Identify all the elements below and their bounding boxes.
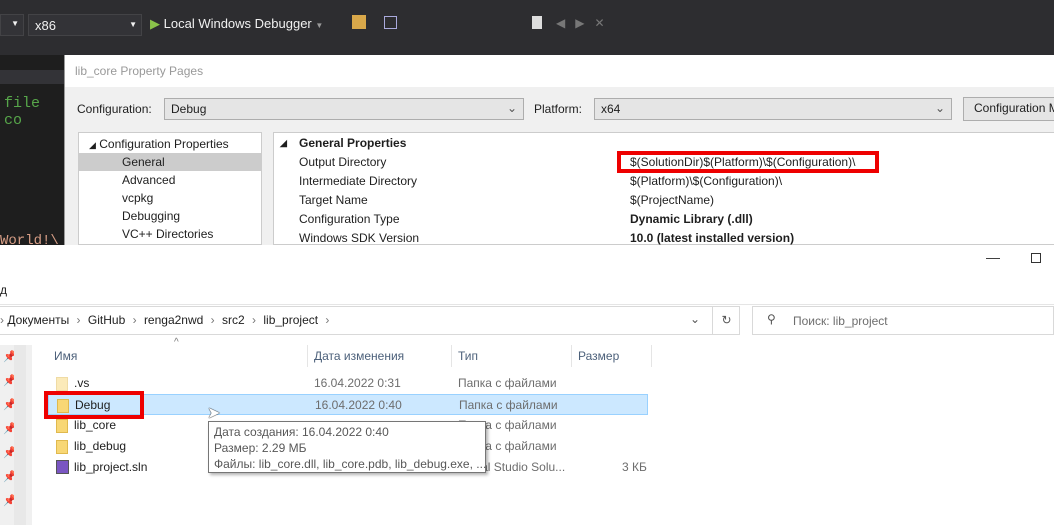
breadcrumb-item[interactable]: GitHub bbox=[88, 313, 125, 327]
property-key: Output Directory bbox=[299, 155, 387, 169]
vs-toolbar: ▼ x86 ▼ ▶ Local Windows Debugger ▼ ◀▶✕ bbox=[0, 0, 1054, 55]
play-icon: ▶ bbox=[150, 16, 160, 31]
configuration-label: Configuration: bbox=[77, 102, 152, 116]
expand-icon: ◢ bbox=[89, 140, 96, 150]
scrollbar[interactable] bbox=[14, 345, 26, 525]
mouse-cursor-icon: ➤ bbox=[207, 405, 221, 422]
section-label: General Properties bbox=[299, 136, 407, 150]
platform-value: x64 bbox=[601, 102, 621, 116]
highlight-box bbox=[44, 391, 144, 419]
property-pages-dialog: lib_core Property Pages Configuration: D… bbox=[64, 55, 1054, 245]
minimize-button[interactable]: — bbox=[986, 249, 1000, 265]
platform-select[interactable]: x64 ⌄ bbox=[594, 98, 952, 120]
bookmark-nav-icons[interactable]: ◀▶✕ bbox=[556, 16, 615, 30]
tree-item-vc-directories[interactable]: VC++ Directories bbox=[79, 225, 261, 243]
start-debugger-button[interactable]: ▶ Local Windows Debugger ▼ bbox=[150, 16, 323, 32]
solution-file-icon bbox=[56, 460, 69, 474]
expand-icon: ◢ bbox=[280, 138, 287, 148]
configuration-select[interactable]: Debug ⌄ bbox=[164, 98, 524, 120]
search-placeholder: Поиск: lib_project bbox=[793, 314, 888, 328]
platform-dropdown[interactable]: x86 ▼ bbox=[28, 14, 142, 36]
config-dropdown[interactable]: ▼ bbox=[0, 14, 24, 36]
breadcrumb: › Документы › GitHub › renga2nwd › src2 … bbox=[0, 313, 330, 327]
dialog-title: lib_core Property Pages bbox=[65, 55, 1054, 87]
tree-root[interactable]: ◢ Configuration Properties bbox=[79, 135, 261, 153]
code-line: file co bbox=[4, 95, 41, 129]
platform-value: x86 bbox=[35, 18, 56, 33]
refresh-icon[interactable]: ↻ bbox=[712, 307, 740, 334]
home-icon[interactable] bbox=[384, 16, 397, 29]
folder-icon bbox=[56, 440, 68, 454]
property-key: Configuration Type bbox=[299, 212, 400, 226]
file-date: 16.04.2022 0:40 bbox=[315, 398, 402, 412]
tree-item-general[interactable]: General bbox=[79, 153, 261, 171]
file-name: lib_debug bbox=[74, 439, 127, 453]
tooltip-line: Дата создания: 16.04.2022 0:40 bbox=[214, 425, 389, 439]
breadcrumb-item[interactable]: lib_project bbox=[263, 313, 318, 327]
column-header-date[interactable]: Дата изменения bbox=[308, 345, 452, 367]
property-tree: ◢ Configuration Properties General Advan… bbox=[78, 132, 262, 245]
tree-item-debugging[interactable]: Debugging bbox=[79, 207, 261, 225]
address-bar[interactable]: › Документы › GitHub › renga2nwd › src2 … bbox=[0, 306, 740, 335]
ribbon-tab[interactable]: д bbox=[0, 283, 7, 297]
highlight-box bbox=[617, 151, 879, 173]
file-size: 3 КБ bbox=[622, 460, 647, 474]
breadcrumb-item[interactable]: Документы bbox=[7, 313, 69, 327]
chevron-down-icon[interactable]: ⌄ bbox=[690, 312, 700, 326]
configuration-value: Debug bbox=[171, 102, 207, 116]
property-value: Dynamic Library (.dll) bbox=[630, 212, 753, 226]
tooltip-line: Файлы: lib_core.dll, lib_core.pdb, lib_d… bbox=[214, 457, 487, 471]
property-grid: ◢ General Properties Output Directory $(So… bbox=[273, 132, 1054, 245]
file-type: Папка с файлами bbox=[459, 398, 558, 412]
tooltip: Дата создания: 16.04.2022 0:40 Размер: 2… bbox=[208, 421, 486, 473]
file-type: Папка с файлами bbox=[458, 376, 557, 390]
breadcrumb-item[interactable]: src2 bbox=[222, 313, 245, 327]
grid-row[interactable]: Target Name $(ProjectName) bbox=[274, 191, 1054, 210]
tree-item-advanced[interactable]: Advanced bbox=[79, 171, 261, 189]
folder-search-icon[interactable] bbox=[352, 15, 366, 29]
search-input[interactable]: ⚲ Поиск: lib_project bbox=[752, 306, 1054, 335]
maximize-button[interactable] bbox=[1031, 253, 1041, 263]
search-icon: ⚲ bbox=[767, 312, 776, 326]
folder-icon bbox=[56, 419, 68, 433]
column-header-size[interactable]: Размер bbox=[572, 345, 652, 367]
property-value: $(ProjectName) bbox=[630, 193, 715, 207]
chevron-down-icon: ⌄ bbox=[934, 101, 945, 115]
folder-icon bbox=[56, 377, 68, 391]
debugger-label: Local Windows Debugger bbox=[163, 16, 312, 31]
tree-root-label: Configuration Properties bbox=[99, 137, 229, 151]
property-value: $(Platform)\$(Configuration)\ bbox=[630, 174, 783, 188]
platform-label: Platform: bbox=[534, 102, 583, 116]
property-key: Intermediate Directory bbox=[299, 174, 418, 188]
configuration-manager-button[interactable]: Configuration Manager... bbox=[963, 97, 1054, 121]
chevron-down-icon: ▼ bbox=[129, 20, 137, 29]
column-header-type[interactable]: Тип bbox=[452, 345, 572, 367]
property-key: Target Name bbox=[299, 193, 368, 207]
bookmark-icon[interactable] bbox=[532, 16, 542, 29]
breadcrumb-item[interactable]: renga2nwd bbox=[144, 313, 203, 327]
grid-row[interactable]: Intermediate Directory $(Platform)\$(Conf… bbox=[274, 172, 1054, 191]
chevron-down-icon: ⌄ bbox=[506, 101, 517, 115]
code-editor: file co World!\ bbox=[0, 55, 64, 249]
tooltip-line: Размер: 2.29 МБ bbox=[214, 441, 307, 455]
grid-row[interactable]: Configuration Type Dynamic Library (.dll) bbox=[274, 210, 1054, 229]
file-date: 16.04.2022 0:31 bbox=[314, 376, 401, 390]
tree-item-vcpkg[interactable]: vcpkg bbox=[79, 189, 261, 207]
file-name: lib_project.sln bbox=[74, 460, 148, 474]
file-explorer-window: — д › Документы › GitHub › renga2nwd › s… bbox=[0, 245, 1054, 525]
column-header-name[interactable]: Имя bbox=[48, 345, 308, 367]
